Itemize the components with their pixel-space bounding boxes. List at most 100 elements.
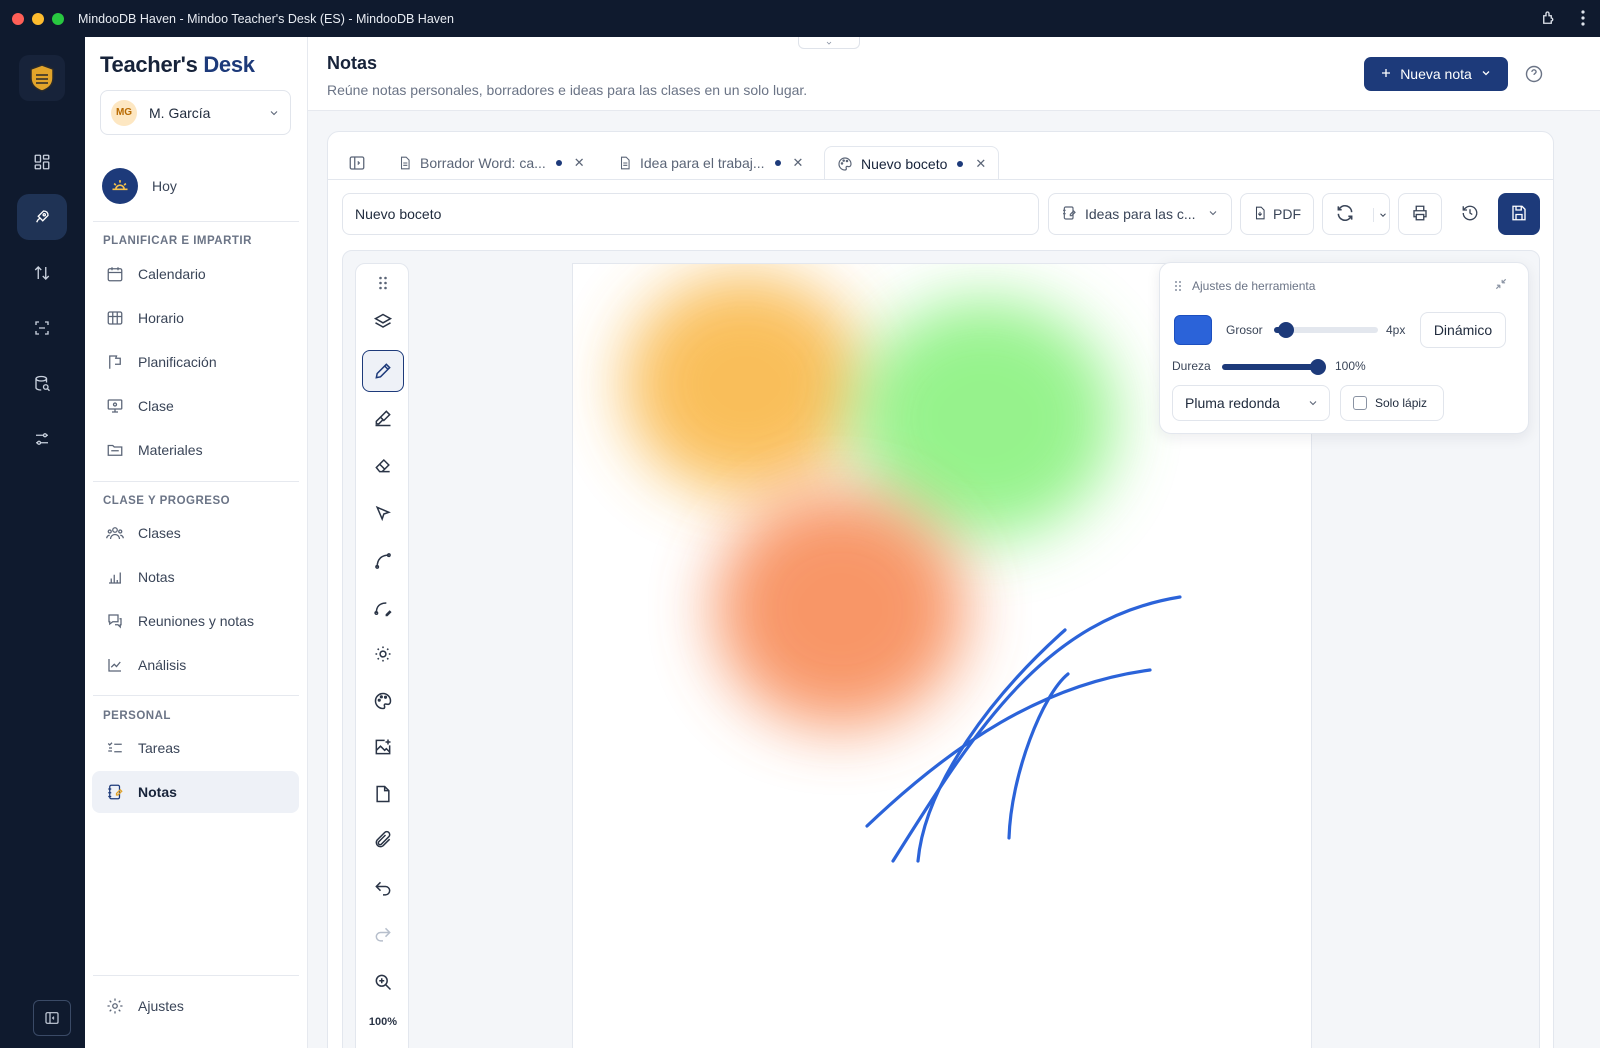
window-title: MindooDB Haven - Mindoo Teacher's Desk (… — [78, 11, 454, 26]
pencil-only-toggle[interactable]: Solo lápiz — [1340, 385, 1444, 421]
eraser-tool[interactable] — [362, 444, 404, 486]
flag-document-icon — [105, 352, 125, 372]
pencil-only-checkbox[interactable] — [1353, 396, 1367, 410]
shield-logo-icon — [30, 64, 54, 92]
sidebar-item-label: Análisis — [138, 657, 187, 673]
toggle-note-list-icon[interactable] — [348, 154, 366, 177]
redo-button[interactable] — [362, 914, 404, 956]
pen-tool[interactable] — [362, 350, 404, 392]
save-button[interactable] — [1498, 193, 1540, 235]
sidebar-item-clase[interactable]: Clase — [92, 385, 299, 427]
maximize-window-button[interactable] — [52, 12, 64, 25]
sidebar-item-calendario[interactable]: Calendario — [92, 253, 299, 295]
refresh-icon — [1335, 203, 1355, 226]
divider — [93, 975, 299, 976]
minimize-icon[interactable] — [1494, 277, 1508, 296]
folder-label: Ideas para las c... — [1085, 206, 1196, 222]
title-bar: MindooDB Haven - Mindoo Teacher's Desk (… — [0, 0, 1600, 37]
tab-borrador-word[interactable]: Borrador Word: ca... ✕ — [386, 146, 597, 180]
section-personal: PERSONAL — [103, 710, 171, 722]
close-tab-icon[interactable]: ✕ — [975, 156, 986, 172]
undo-button[interactable] — [362, 868, 404, 910]
close-tab-icon[interactable]: ✕ — [793, 155, 804, 171]
close-window-button[interactable] — [12, 12, 24, 25]
line-chart-icon — [105, 655, 125, 675]
zoom-in-button[interactable] — [362, 961, 404, 1003]
bar-chart-icon — [105, 567, 125, 587]
sidebar-item-ajustes[interactable]: Ajustes — [92, 985, 299, 1027]
hardness-knob[interactable] — [1310, 359, 1326, 375]
hardness-fill — [1222, 364, 1318, 370]
rail-dashboard-button[interactable] — [17, 139, 67, 185]
sidebar-item-clases[interactable]: Clases — [92, 512, 299, 554]
brightness-tool[interactable] — [362, 633, 404, 675]
chevron-down-icon[interactable] — [1373, 208, 1388, 222]
note-toolbar: Ideas para las c... PDF — [328, 180, 1553, 242]
rail-database-button[interactable] — [17, 361, 67, 407]
new-note-button[interactable]: Nueva nota — [1364, 57, 1508, 91]
attachment-tool[interactable] — [362, 819, 404, 861]
sidebar-item-notas-grades[interactable]: Notas — [92, 556, 299, 598]
collapse-rail-button[interactable] — [33, 1000, 71, 1036]
dynamic-button[interactable]: Dinámico — [1420, 312, 1506, 348]
notebook-icon — [1061, 205, 1077, 224]
thickness-slider[interactable] — [1274, 322, 1378, 338]
rail-scan-button[interactable] — [17, 305, 67, 351]
help-icon[interactable] — [1524, 64, 1544, 84]
tab-idea-trabajo[interactable]: Idea para el trabaj... ✕ — [606, 146, 815, 180]
section-plan: PLANIFICAR E IMPARTIR — [103, 235, 252, 247]
user-selector[interactable]: MG M. García — [100, 90, 291, 135]
image-plus-icon — [375, 739, 391, 755]
brush-type-select[interactable]: Pluma redonda — [1172, 385, 1330, 421]
sync-button[interactable] — [1322, 193, 1390, 235]
sidebar-item-reuniones[interactable]: Reuniones y notas — [92, 600, 299, 642]
sidebar-item-materiales[interactable]: Materiales — [92, 429, 299, 471]
tool-settings-title: Ajustes de herramienta — [1192, 279, 1316, 293]
thickness-label: Grosor — [1226, 323, 1263, 337]
brand-title: Teacher's Desk — [100, 52, 255, 78]
thickness-value: 4px — [1386, 323, 1406, 337]
sidebar-item-planificacion[interactable]: Planificación — [92, 341, 299, 383]
collapse-header-handle[interactable] — [798, 37, 860, 49]
export-pdf-button[interactable]: PDF — [1240, 193, 1314, 235]
pencil-only-label: Solo lápiz — [1375, 396, 1428, 410]
color-swatch[interactable] — [1174, 315, 1212, 345]
sticky-note-tool[interactable] — [362, 773, 404, 815]
curve-edit-tool[interactable] — [362, 587, 404, 629]
sidebar-item-analisis[interactable]: Análisis — [92, 644, 299, 686]
insert-image-tool[interactable] — [362, 726, 404, 768]
hardness-slider[interactable] — [1222, 359, 1326, 375]
sidebar-item-label: Notas — [138, 784, 177, 800]
color-palette-tool[interactable] — [362, 680, 404, 722]
divider — [93, 695, 299, 696]
rail-launch-button[interactable] — [17, 194, 67, 240]
minimize-window-button[interactable] — [32, 12, 44, 25]
extension-icon[interactable] — [1540, 9, 1558, 32]
chevron-down-icon — [1480, 66, 1492, 82]
sidebar-item-notas[interactable]: Notas — [92, 771, 299, 813]
sidebar-item-horario[interactable]: Horario — [92, 297, 299, 339]
cursor-arrow-icon — [375, 505, 391, 522]
note-title-input[interactable] — [342, 193, 1039, 235]
curve-tool[interactable] — [362, 540, 404, 582]
close-tab-icon[interactable]: ✕ — [574, 155, 585, 171]
print-button[interactable] — [1398, 193, 1442, 235]
tool-settings-header[interactable]: Ajustes de herramienta — [1174, 279, 1315, 293]
highlighter-tool[interactable] — [362, 397, 404, 439]
layers-tool[interactable] — [362, 301, 404, 343]
rail-settings-button[interactable] — [17, 416, 67, 462]
sidebar-item-today[interactable]: Hoy — [102, 168, 177, 204]
tool-settings-panel: Ajustes de herramienta Grosor 4px Dinámi… — [1159, 262, 1529, 434]
history-button[interactable] — [1448, 193, 1492, 235]
app-logo — [19, 55, 65, 101]
thickness-knob[interactable] — [1277, 322, 1294, 338]
drag-handle-icon[interactable] — [362, 268, 404, 298]
tab-nuevo-boceto[interactable]: Nuevo boceto ✕ — [824, 146, 1000, 180]
sidebar-item-tareas[interactable]: Tareas — [92, 727, 299, 769]
rail-sync-button[interactable] — [17, 250, 67, 296]
select-tool[interactable] — [362, 493, 404, 535]
checklist-icon — [105, 738, 125, 758]
folder-select[interactable]: Ideas para las c... — [1048, 193, 1232, 235]
more-vertical-icon[interactable] — [1580, 9, 1586, 32]
unsaved-dot — [957, 160, 964, 167]
